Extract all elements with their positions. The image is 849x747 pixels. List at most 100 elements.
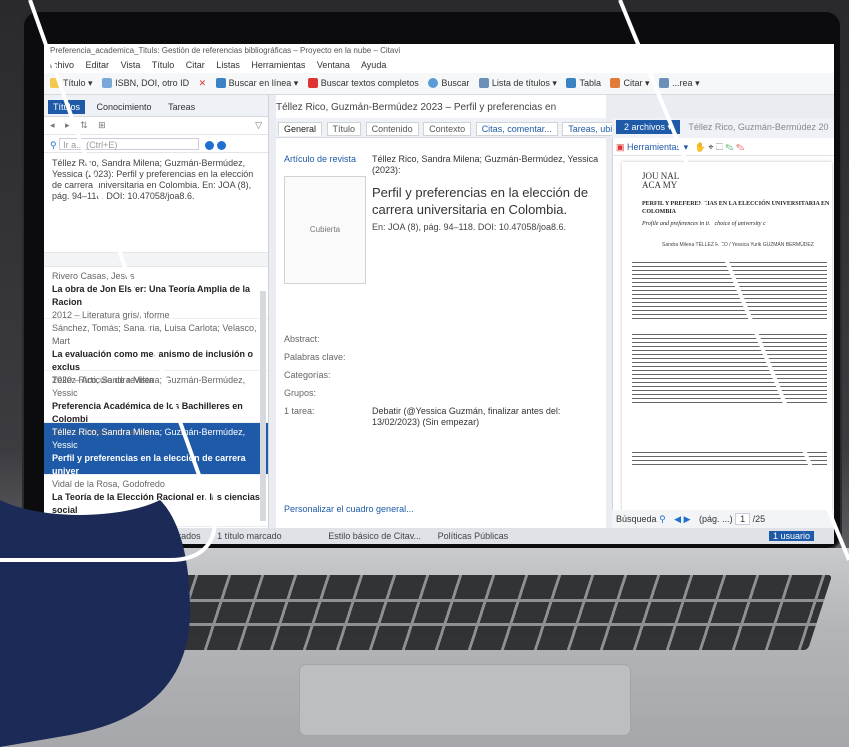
next-page-icon[interactable]: ▶ [684, 514, 691, 524]
fulltext-search-button[interactable]: Buscar textos completos [307, 78, 419, 88]
tab-title[interactable]: Título [326, 122, 362, 136]
pdf-bottom-bar: Búsqueda ⚲ ◀ ▶ (pág. ...) 1 /25 [612, 510, 834, 528]
back-icon[interactable]: ◂ [50, 120, 55, 130]
tab-quotes[interactable]: Citas, comentar... [475, 122, 558, 136]
wand-icon [102, 78, 113, 88]
left-tools: ◂ ▸ ⇅ ⊞ ▽ [44, 117, 268, 135]
menu-view[interactable]: Vista [121, 60, 141, 70]
status-total: 5 títulos en total [50, 531, 114, 541]
middle-tabs: General Título Contenido Contexto Citas,… [276, 118, 647, 138]
new-title-button[interactable]: Título ▾ [50, 78, 93, 88]
menu-file[interactable]: rchivo [50, 60, 74, 70]
menu-tools[interactable]: Herramientas [251, 60, 305, 70]
document-type-link[interactable]: Artículo de revista [284, 154, 356, 164]
tab-content[interactable]: Contenido [365, 122, 419, 136]
search-icon[interactable]: ⚲ [659, 514, 666, 524]
cite-button[interactable]: Citar ▾ [610, 78, 650, 88]
attachments-dropdown[interactable]: 2 archivos ▾ [616, 120, 681, 134]
online-search-button[interactable]: Buscar en línea ▾ [215, 78, 298, 88]
globe-search-icon [215, 78, 226, 88]
categories-label: Categorías: [284, 370, 331, 380]
abstract-label: Abstract: [284, 334, 320, 344]
pdf-toolbar: ▣ Herramientas ▾ ✋ ⌖ ⬚ ✎ ✎ [612, 140, 834, 156]
pdf-search-label[interactable]: Búsqueda [616, 514, 657, 524]
search-icon [428, 78, 439, 88]
list-scrollbar[interactable] [260, 291, 266, 521]
status-citation-style[interactable]: Estilo básico de Citav... [328, 531, 421, 541]
citation-preview: Téllez Rico, Sandra Milena; Guzmán-Bermú… [44, 153, 268, 253]
item-authors: Rivero Casas, Jesús [52, 271, 135, 281]
item-title: La Teoría de la Elección Racional en las… [52, 492, 260, 515]
filter-icon[interactable]: ▽ [255, 120, 262, 131]
list-item-selected[interactable]: Téllez Rico, Sandra Milena; Guzmán-Bermú… [44, 423, 268, 489]
search-button[interactable]: Buscar [428, 78, 469, 88]
sort-icon[interactable]: ⇅ [80, 120, 88, 130]
keywords-label: Palabras clave: [284, 352, 346, 362]
next-result-button[interactable] [216, 141, 226, 150]
hand-icon[interactable]: ✋ [695, 142, 706, 152]
previous-result-button[interactable] [204, 141, 214, 150]
tab-knowledge[interactable]: Conocimiento [92, 100, 157, 114]
menu-help[interactable]: Ayuda [361, 60, 386, 70]
delete-button[interactable]: ✕ [199, 78, 207, 88]
menu-bar: rchivo Editar Vista Título Citar Listas … [44, 58, 834, 73]
title-list-button[interactable]: Lista de títulos ▾ [478, 78, 557, 88]
table-icon [566, 78, 577, 88]
tab-tasks[interactable]: Tareas [163, 100, 200, 114]
title-list: Rivero Casas, Jesús La obra de Jon Elste… [44, 267, 268, 528]
tab-context[interactable]: Contexto [423, 122, 472, 136]
pen-icon[interactable]: ✎ [736, 142, 744, 152]
cover-placeholder[interactable]: Cubierta [284, 176, 366, 284]
quote-icon [610, 78, 621, 88]
pdf-page[interactable]: JOU NAL ACA MY PERFIL Y PREFERENCIAS EN L… [622, 162, 832, 517]
menu-title[interactable]: Título [152, 60, 175, 70]
list-item[interactable]: Vidal de la Rosa, Godofredo La Teoría de… [44, 475, 268, 528]
task-button[interactable]: ...rea ▾ [659, 78, 700, 88]
list-item[interactable]: Rivero Casas, Jesús La obra de Jon Elste… [44, 267, 268, 320]
list-item[interactable]: Sánchez, Tomás; Sanabria, Luisa Carlota;… [44, 319, 268, 385]
pdf-icon: ▣ [616, 142, 625, 152]
tab-general[interactable]: General [278, 122, 323, 136]
forward-icon[interactable]: ▸ [65, 120, 70, 130]
status-users[interactable]: 1 usuario [768, 531, 814, 541]
previous-page-icon[interactable]: ◀ [674, 514, 681, 524]
list-item[interactable]: Téllez Rico, Sandra Milena; Guzmán-Bermú… [44, 371, 268, 437]
reference-authors: Téllez Rico, Sandra Milena; Guzmán-Bermú… [372, 154, 599, 175]
check-icon [659, 78, 670, 88]
select-icon[interactable]: ⬚ [716, 142, 723, 152]
pdf-footnotes [632, 452, 827, 468]
item-authors: Téllez Rico, Sandra Milena; Guzmán-Bermú… [52, 427, 246, 450]
highlight-icon[interactable]: ✎ [725, 142, 733, 152]
status-group[interactable]: Políticas Públicas [438, 531, 509, 541]
menu-edit[interactable]: Editar [86, 60, 110, 70]
pdf-article-subtitle: Profile and preferences in the choice of… [642, 221, 766, 227]
reference-source: En: JOA (8), pág. 94–118. DOI: 10.47058/… [372, 222, 566, 232]
search-icon: ⚲ [50, 140, 57, 150]
list-icon [478, 78, 489, 88]
item-title: La obra de Jon Elster: Una Teoría Amplia… [52, 284, 251, 307]
isbn-button[interactable]: ISBN, DOI, otro ID [102, 78, 189, 88]
pdf-tools-button[interactable]: Herramientas [627, 142, 681, 152]
pdf-authors: Sandra Milena TÉLLEZ RICO / Yessica Yuri… [662, 242, 814, 248]
tasks-label: 1 tarea: [284, 406, 315, 416]
table-button[interactable]: Tabla [566, 78, 601, 88]
menu-window[interactable]: Ventana [317, 60, 350, 70]
menu-cite[interactable]: Citar [186, 60, 205, 70]
journal-logo: JOU NAL ACA MY [642, 171, 680, 190]
window-title: Preferencia_academica_Tituls: Gestión de… [44, 44, 834, 58]
search-input[interactable]: Ir a... (Ctrl+E) [59, 138, 200, 150]
cursor-icon[interactable]: ⌖ [708, 142, 713, 152]
groups-label: Grupos: [284, 388, 317, 398]
item-authors: Vidal de la Rosa, Godofredo [52, 479, 165, 489]
customize-overview-link[interactable]: Personalizar el cuadro general... [284, 504, 414, 514]
pdf-tab-title[interactable]: Téllez Rico, Guzmán-Bermúdez 20 [688, 122, 828, 132]
group-icon[interactable]: ⊞ [98, 120, 106, 130]
page-number-input[interactable]: 1 [735, 513, 751, 525]
left-pane: Títulos Conocimiento Tareas ◂ ▸ ⇅ ⊞ ▽ ⚲ … [44, 95, 269, 528]
laptop-screen: Preferencia_academica_Tituls: Gestión de… [44, 44, 834, 544]
tab-titles[interactable]: Títulos [48, 100, 86, 114]
menu-lists[interactable]: Listas [216, 60, 240, 70]
quick-search: ⚲ Ir a... (Ctrl+E) [44, 135, 268, 153]
pdf-abstract-english [632, 334, 827, 404]
task-value[interactable]: Debatir (@Yessica Guzmán, finalizar ante… [372, 406, 602, 428]
